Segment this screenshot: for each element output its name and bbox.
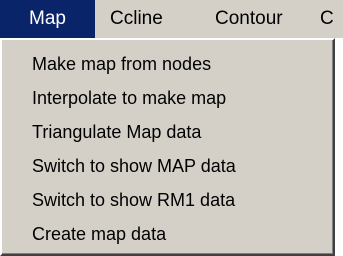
menu-item-create-map-data[interactable]: Create map data [32,220,166,248]
menu-item-switch-to-show-map-data[interactable]: Switch to show MAP data [32,152,236,180]
menu-partial[interactable]: C [320,0,343,38]
menu-bar: Map Ccline Contour C [0,0,343,38]
menu-contour[interactable]: Contour [215,0,283,38]
menu-ccline[interactable]: Ccline [110,0,163,38]
menu-item-triangulate-map-data[interactable]: Triangulate Map data [32,118,201,146]
menu-item-interpolate-to-make-map[interactable]: Interpolate to make map [32,84,226,112]
menu-map[interactable]: Map [0,0,95,38]
application-window: Map Ccline Contour C Make map from nodes… [0,0,343,256]
map-dropdown-menu: Make map from nodes Interpolate to make … [0,38,335,256]
menu-item-switch-to-show-rm1-data[interactable]: Switch to show RM1 data [32,186,235,214]
background-strip [335,42,343,256]
menu-item-make-map-from-nodes[interactable]: Make map from nodes [32,50,211,78]
